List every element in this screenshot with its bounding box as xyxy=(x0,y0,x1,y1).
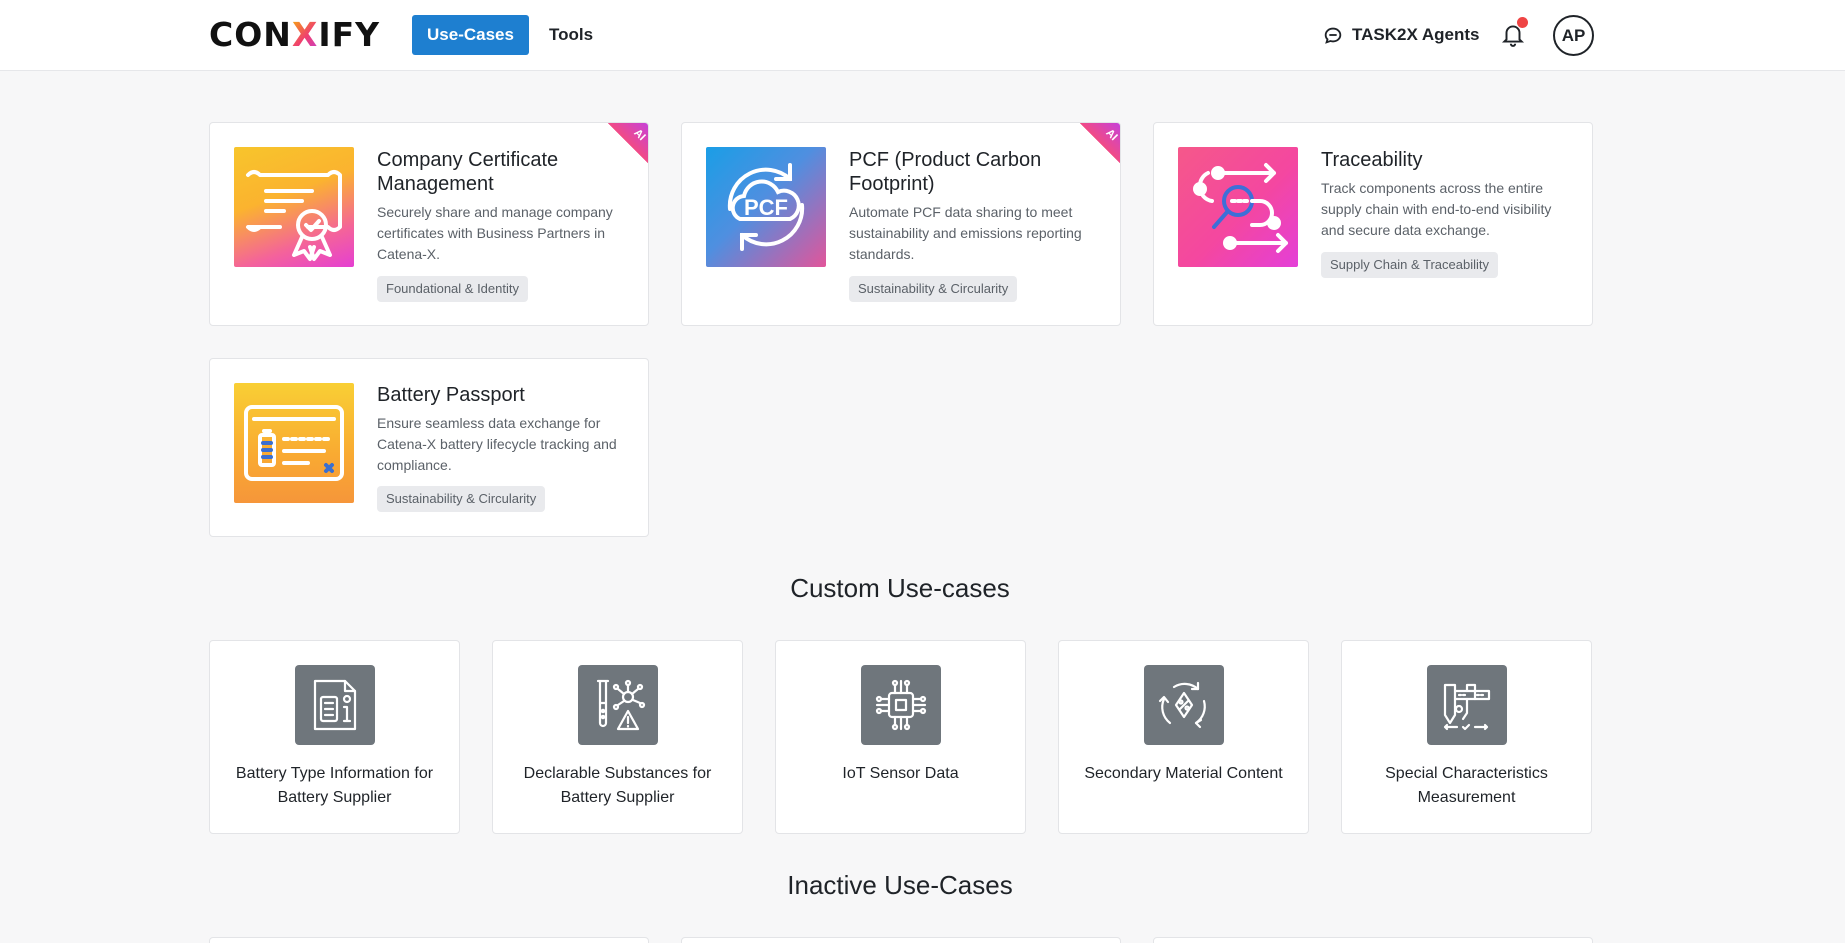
inactive-card[interactable] xyxy=(209,937,649,943)
nav-tab-use-cases[interactable]: Use-Cases xyxy=(412,15,529,55)
nav-tab-tools[interactable]: Tools xyxy=(540,15,602,55)
certificate-icon xyxy=(234,147,354,267)
card-description: Track components across the entire suppl… xyxy=(1321,180,1552,238)
card-tag: Sustainability & Circularity xyxy=(849,276,1018,302)
logo-part-2: IFY xyxy=(318,15,381,54)
top-header: CONXIFY Use-Cases Tools TASK2X Agents AP xyxy=(0,0,1845,71)
custom-usecase-label: Secondary Material Content xyxy=(1084,765,1283,782)
custom-usecase-label: Battery Type Information for Battery Sup… xyxy=(235,765,434,806)
pcf-cloud-icon: PCF xyxy=(706,147,826,267)
chat-bubble-icon xyxy=(1324,27,1342,44)
card-title: Traceability xyxy=(1321,149,1423,171)
usecase-card-traceability[interactable]: Traceability Track components across the… xyxy=(1153,122,1593,326)
custom-usecases-heading: Custom Use-cases xyxy=(790,573,1010,603)
battery-passport-icon xyxy=(234,383,354,503)
inactive-usecases-heading: Inactive Use-Cases xyxy=(787,870,1013,900)
inactive-card[interactable] xyxy=(1153,937,1593,943)
ai-badge: AI xyxy=(1080,123,1120,163)
pcf-icon-text: PCF xyxy=(744,195,788,220)
card-title: PCF (Product Carbon Footprint) xyxy=(849,149,1042,195)
usecase-card-pcf[interactable]: PCF PCF (Product Carbon Footprint) Autom… xyxy=(681,122,1121,326)
custom-usecase-battery-type[interactable]: Battery Type Information for Battery Sup… xyxy=(209,640,460,834)
usecase-card-battery-passport[interactable]: Battery Passport Ensure seamless data ex… xyxy=(209,358,649,537)
card-title: Battery Passport xyxy=(377,384,525,406)
custom-usecase-label: Special Characteristics Measurement xyxy=(1385,765,1548,806)
custom-usecase-special-characteristics[interactable]: Special Characteristics Measurement xyxy=(1341,640,1592,834)
notification-dot xyxy=(1517,17,1528,28)
card-description: Automate PCF data sharing to meet sustai… xyxy=(849,204,1082,262)
card-tag: Sustainability & Circularity xyxy=(377,486,546,512)
ai-badge: AI xyxy=(608,123,648,163)
custom-usecase-declarable-substances[interactable]: Declarable Substances for Battery Suppli… xyxy=(492,640,743,834)
document-info-icon xyxy=(295,665,375,745)
conxify-logo[interactable]: CONXIFY xyxy=(209,17,380,53)
notifications-button[interactable] xyxy=(1500,17,1528,50)
custom-usecase-label: Declarable Substances for Battery Suppli… xyxy=(523,765,712,806)
task2x-agents-link[interactable]: TASK2X Agents xyxy=(1322,20,1480,50)
card-tag: Supply Chain & Traceability xyxy=(1321,252,1498,278)
user-avatar[interactable]: AP xyxy=(1553,15,1594,56)
card-description: Securely share and manage company certif… xyxy=(377,204,613,262)
ai-badge-label: AI xyxy=(631,126,648,144)
ai-badge-label: AI xyxy=(1103,126,1120,144)
caliper-icon xyxy=(1427,665,1507,745)
inactive-card[interactable] xyxy=(681,937,1121,943)
substances-icon xyxy=(578,665,658,745)
traceability-icon xyxy=(1178,147,1298,267)
chip-sensor-icon xyxy=(861,665,941,745)
usecase-card-company-certificate[interactable]: Company Certificate Management Securely … xyxy=(209,122,649,326)
logo-part-1: CON xyxy=(209,15,292,54)
custom-usecase-secondary-material[interactable]: Secondary Material Content xyxy=(1058,640,1309,834)
recycle-percent-icon xyxy=(1144,665,1224,745)
card-tag: Foundational & Identity xyxy=(377,276,528,302)
logo-part-x: X xyxy=(291,15,319,54)
task2x-agents-label: TASK2X Agents xyxy=(1352,25,1480,44)
custom-usecase-label: IoT Sensor Data xyxy=(842,765,959,782)
custom-usecase-iot-sensor[interactable]: IoT Sensor Data xyxy=(775,640,1026,834)
card-description: Ensure seamless data exchange for Catena… xyxy=(377,415,617,473)
card-title: Company Certificate Management xyxy=(377,149,559,195)
